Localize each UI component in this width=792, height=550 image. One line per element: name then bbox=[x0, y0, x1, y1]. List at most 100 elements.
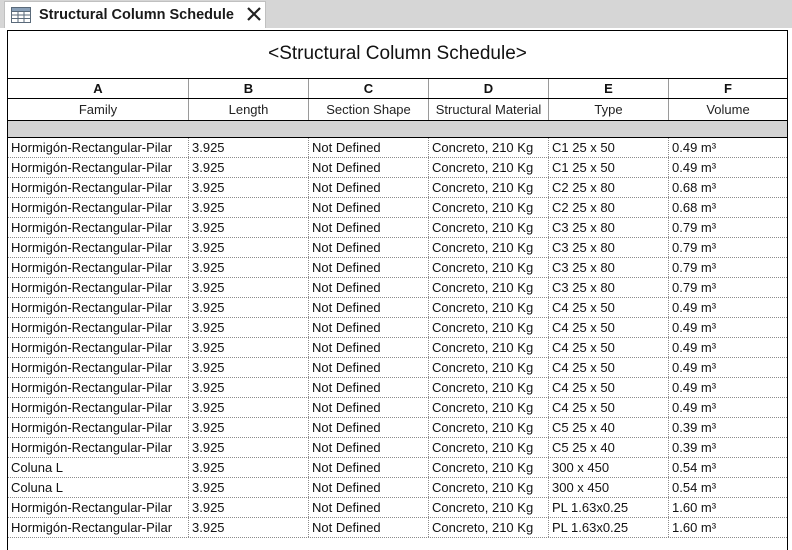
section-shape-cell[interactable]: Not Defined bbox=[309, 258, 429, 277]
type-cell[interactable]: PL 1.63x0.25 bbox=[549, 518, 669, 537]
length-cell[interactable]: 3.925 bbox=[189, 298, 309, 317]
length-cell[interactable]: 3.925 bbox=[189, 318, 309, 337]
section-shape-cell[interactable]: Not Defined bbox=[309, 458, 429, 477]
column-letter-d[interactable]: D bbox=[429, 79, 549, 98]
length-cell[interactable]: 3.925 bbox=[189, 518, 309, 537]
section-shape-cell[interactable]: Not Defined bbox=[309, 498, 429, 517]
material-cell[interactable]: Concreto, 210 Kg bbox=[429, 478, 549, 497]
header-length[interactable]: Length bbox=[189, 99, 309, 120]
table-row[interactable]: Hormigón-Rectangular-Pilar 3.925 Not Defin… bbox=[8, 258, 787, 278]
section-shape-cell[interactable]: Not Defined bbox=[309, 158, 429, 177]
material-cell[interactable]: Concreto, 210 Kg bbox=[429, 298, 549, 317]
table-row[interactable]: Hormigón-Rectangular-Pilar 3.925 Not Defin… bbox=[8, 378, 787, 398]
section-shape-cell[interactable]: Not Defined bbox=[309, 198, 429, 217]
volume-cell[interactable]: 0.49 m³ bbox=[669, 398, 787, 417]
material-cell[interactable]: Concreto, 210 Kg bbox=[429, 238, 549, 257]
material-cell[interactable]: Concreto, 210 Kg bbox=[429, 498, 549, 517]
volume-cell[interactable]: 0.49 m³ bbox=[669, 318, 787, 337]
family-cell[interactable]: Hormigón-Rectangular-Pilar bbox=[8, 158, 189, 177]
column-letter-b[interactable]: B bbox=[189, 79, 309, 98]
type-cell[interactable]: C3 25 x 80 bbox=[549, 278, 669, 297]
table-row[interactable]: Hormigón-Rectangular-Pilar 3.925 Not Defin… bbox=[8, 158, 787, 178]
section-shape-cell[interactable]: Not Defined bbox=[309, 278, 429, 297]
header-family[interactable]: Family bbox=[8, 99, 189, 120]
material-cell[interactable]: Concreto, 210 Kg bbox=[429, 338, 549, 357]
header-structural-material[interactable]: Structural Material bbox=[429, 99, 549, 120]
section-shape-cell[interactable]: Not Defined bbox=[309, 518, 429, 537]
table-row[interactable]: Coluna L 3.925 Not Defined Concreto, 210 Kg… bbox=[8, 458, 787, 478]
length-cell[interactable]: 3.925 bbox=[189, 398, 309, 417]
type-cell[interactable]: C2 25 x 80 bbox=[549, 178, 669, 197]
volume-cell[interactable]: 0.68 m³ bbox=[669, 178, 787, 197]
type-cell[interactable]: C1 25 x 50 bbox=[549, 138, 669, 157]
section-shape-cell[interactable]: Not Defined bbox=[309, 178, 429, 197]
table-row[interactable]: Hormigón-Rectangular-Pilar 3.925 Not Defin… bbox=[8, 298, 787, 318]
length-cell[interactable]: 3.925 bbox=[189, 278, 309, 297]
family-cell[interactable]: Hormigón-Rectangular-Pilar bbox=[8, 498, 189, 517]
column-letter-a[interactable]: A bbox=[8, 79, 189, 98]
material-cell[interactable]: Concreto, 210 Kg bbox=[429, 258, 549, 277]
material-cell[interactable]: Concreto, 210 Kg bbox=[429, 138, 549, 157]
tab-structural-column-schedule[interactable]: Structural Column Schedule bbox=[4, 1, 266, 28]
table-row[interactable]: Hormigón-Rectangular-Pilar 3.925 Not Defin… bbox=[8, 198, 787, 218]
material-cell[interactable]: Concreto, 210 Kg bbox=[429, 518, 549, 537]
header-type[interactable]: Type bbox=[549, 99, 669, 120]
type-cell[interactable]: C4 25 x 50 bbox=[549, 298, 669, 317]
volume-cell[interactable]: 0.49 m³ bbox=[669, 378, 787, 397]
material-cell[interactable]: Concreto, 210 Kg bbox=[429, 318, 549, 337]
length-cell[interactable]: 3.925 bbox=[189, 498, 309, 517]
length-cell[interactable]: 3.925 bbox=[189, 378, 309, 397]
table-row[interactable]: Hormigón-Rectangular-Pilar 3.925 Not Defin… bbox=[8, 518, 787, 538]
volume-cell[interactable]: 0.39 m³ bbox=[669, 438, 787, 457]
length-cell[interactable]: 3.925 bbox=[189, 218, 309, 237]
table-row[interactable]: Hormigón-Rectangular-Pilar 3.925 Not Defin… bbox=[8, 138, 787, 158]
section-shape-cell[interactable]: Not Defined bbox=[309, 358, 429, 377]
material-cell[interactable]: Concreto, 210 Kg bbox=[429, 378, 549, 397]
section-shape-cell[interactable]: Not Defined bbox=[309, 218, 429, 237]
section-shape-cell[interactable]: Not Defined bbox=[309, 338, 429, 357]
length-cell[interactable]: 3.925 bbox=[189, 458, 309, 477]
family-cell[interactable]: Hormigón-Rectangular-Pilar bbox=[8, 418, 189, 437]
table-row[interactable]: Hormigón-Rectangular-Pilar 3.925 Not Defin… bbox=[8, 178, 787, 198]
volume-cell[interactable]: 0.39 m³ bbox=[669, 418, 787, 437]
type-cell[interactable]: C4 25 x 50 bbox=[549, 318, 669, 337]
type-cell[interactable]: 300 x 450 bbox=[549, 458, 669, 477]
family-cell[interactable]: Coluna L bbox=[8, 478, 189, 497]
table-row[interactable]: Hormigón-Rectangular-Pilar 3.925 Not Defin… bbox=[8, 438, 787, 458]
column-letter-e[interactable]: E bbox=[549, 79, 669, 98]
family-cell[interactable]: Coluna L bbox=[8, 458, 189, 477]
material-cell[interactable]: Concreto, 210 Kg bbox=[429, 158, 549, 177]
volume-cell[interactable]: 1.60 m³ bbox=[669, 498, 787, 517]
family-cell[interactable]: Hormigón-Rectangular-Pilar bbox=[8, 518, 189, 537]
volume-cell[interactable]: 0.49 m³ bbox=[669, 298, 787, 317]
volume-cell[interactable]: 0.49 m³ bbox=[669, 138, 787, 157]
volume-cell[interactable]: 0.49 m³ bbox=[669, 158, 787, 177]
length-cell[interactable]: 3.925 bbox=[189, 358, 309, 377]
volume-cell[interactable]: 0.54 m³ bbox=[669, 458, 787, 477]
table-row[interactable]: Hormigón-Rectangular-Pilar 3.925 Not Defin… bbox=[8, 498, 787, 518]
type-cell[interactable]: C4 25 x 50 bbox=[549, 358, 669, 377]
material-cell[interactable]: Concreto, 210 Kg bbox=[429, 218, 549, 237]
type-cell[interactable]: C4 25 x 50 bbox=[549, 378, 669, 397]
length-cell[interactable]: 3.925 bbox=[189, 158, 309, 177]
volume-cell[interactable]: 0.79 m³ bbox=[669, 258, 787, 277]
volume-cell[interactable]: 0.49 m³ bbox=[669, 338, 787, 357]
column-letter-c[interactable]: C bbox=[309, 79, 429, 98]
type-cell[interactable]: C2 25 x 80 bbox=[549, 198, 669, 217]
type-cell[interactable]: C4 25 x 50 bbox=[549, 398, 669, 417]
type-cell[interactable]: C5 25 x 40 bbox=[549, 438, 669, 457]
length-cell[interactable]: 3.925 bbox=[189, 338, 309, 357]
length-cell[interactable]: 3.925 bbox=[189, 418, 309, 437]
family-cell[interactable]: Hormigón-Rectangular-Pilar bbox=[8, 358, 189, 377]
length-cell[interactable]: 3.925 bbox=[189, 258, 309, 277]
section-shape-cell[interactable]: Not Defined bbox=[309, 138, 429, 157]
table-row[interactable]: Hormigón-Rectangular-Pilar 3.925 Not Defin… bbox=[8, 218, 787, 238]
family-cell[interactable]: Hormigón-Rectangular-Pilar bbox=[8, 178, 189, 197]
section-shape-cell[interactable]: Not Defined bbox=[309, 438, 429, 457]
material-cell[interactable]: Concreto, 210 Kg bbox=[429, 418, 549, 437]
length-cell[interactable]: 3.925 bbox=[189, 198, 309, 217]
type-cell[interactable]: C4 25 x 50 bbox=[549, 338, 669, 357]
family-cell[interactable]: Hormigón-Rectangular-Pilar bbox=[8, 238, 189, 257]
volume-cell[interactable]: 0.49 m³ bbox=[669, 358, 787, 377]
length-cell[interactable]: 3.925 bbox=[189, 178, 309, 197]
